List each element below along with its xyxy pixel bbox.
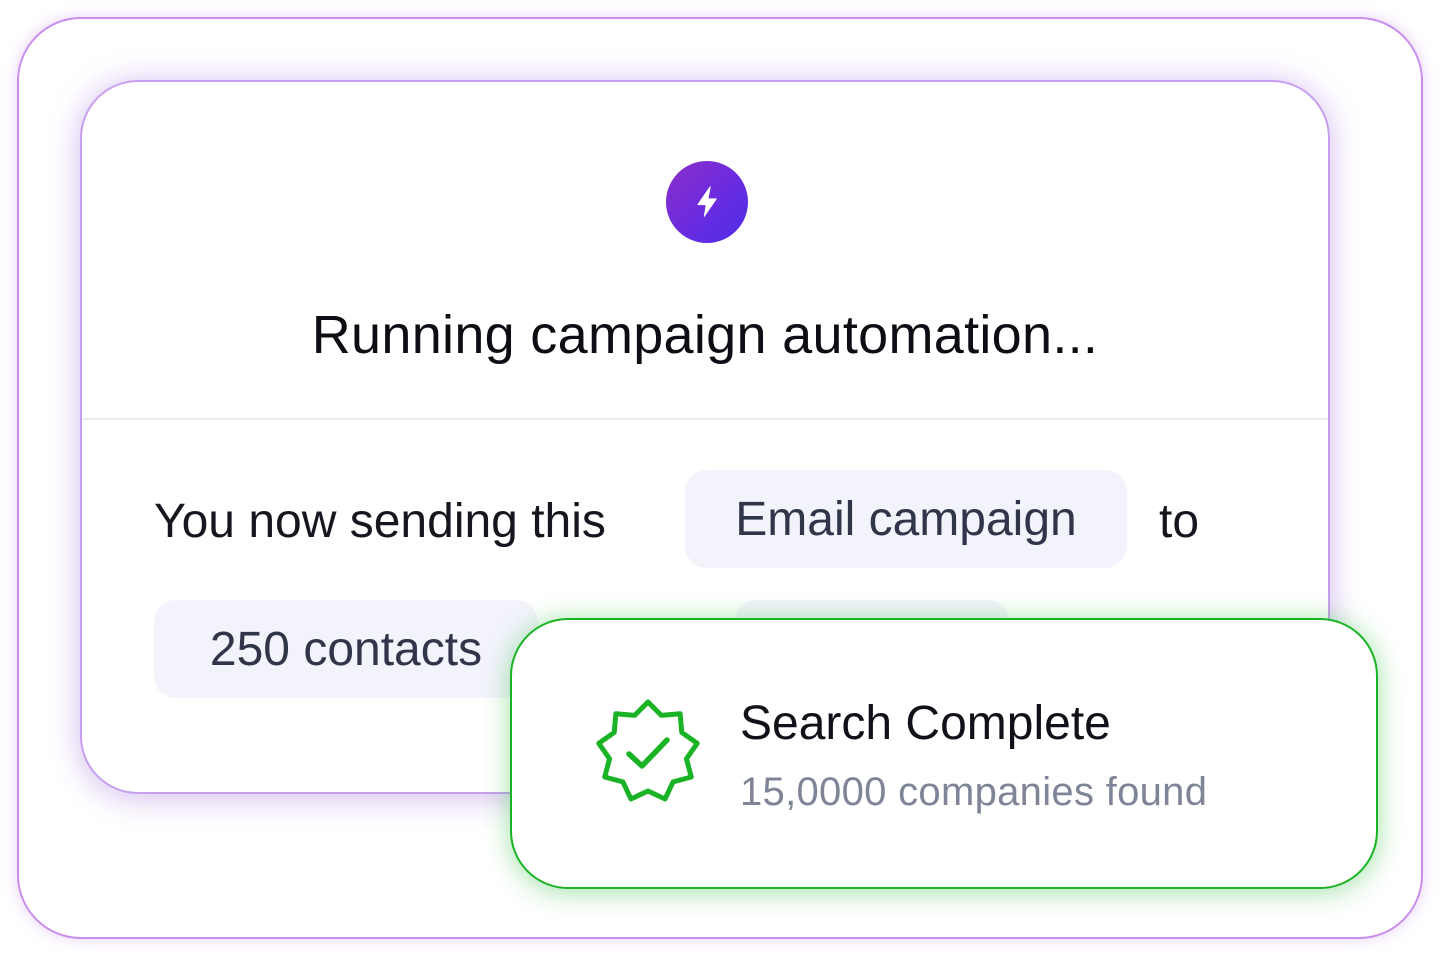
- bolt-icon: [666, 161, 748, 243]
- campaign-title: Running campaign automation...: [311, 305, 1099, 365]
- toast-title: Search Complete: [740, 697, 1111, 750]
- sentence-prefix: You now sending this: [154, 495, 606, 548]
- audience-chip[interactable]: 250 contacts: [154, 600, 538, 698]
- channel-chip[interactable]: Email campaign: [685, 470, 1127, 568]
- divider: [82, 418, 1328, 420]
- toast-subtitle: 15,0000 companies found: [740, 770, 1208, 814]
- sentence-to: to: [1159, 495, 1200, 548]
- verified-check-icon: [596, 699, 700, 802]
- search-complete-toast: Search Complete 15,0000 companies found: [510, 618, 1378, 889]
